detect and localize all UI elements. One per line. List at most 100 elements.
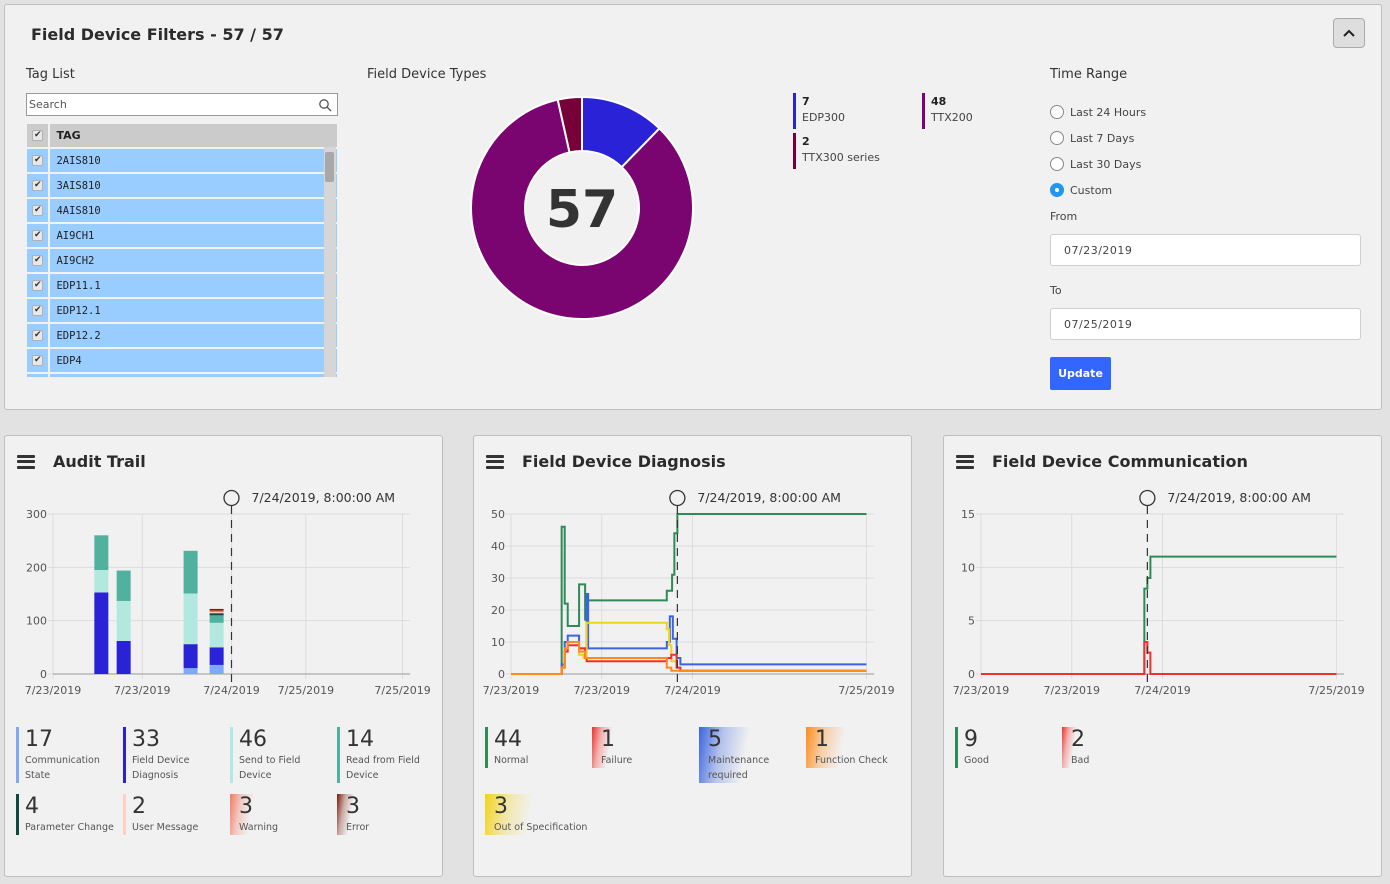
time-marker-handle[interactable]: [1139, 489, 1156, 507]
menu-icon[interactable]: [17, 454, 35, 469]
stat-warning[interactable]: 3 Warning: [230, 794, 279, 835]
select-all-checkbox[interactable]: ✔: [32, 130, 44, 141]
y-tick-label: 30: [491, 572, 505, 585]
bar-segment-parameter-change[interactable]: [209, 613, 224, 616]
bar-segment-field-device-diagnosis[interactable]: [94, 592, 109, 674]
filters-title: Field Device Filters - 57 / 57: [31, 25, 284, 44]
time-range-option[interactable]: Last 30 Days: [1050, 157, 1141, 171]
stat-value: 3: [346, 794, 360, 819]
tag-checkbox-cell: ✔: [27, 199, 49, 222]
bar-segment-read-from-field-device[interactable]: [209, 615, 224, 623]
stat-function-check[interactable]: 1 Function Check: [806, 727, 888, 768]
time-marker-handle[interactable]: [223, 489, 240, 507]
to-date-input[interactable]: 07/25/2019: [1050, 308, 1361, 340]
radio-button[interactable]: [1050, 183, 1064, 197]
radio-label: Custom: [1070, 183, 1113, 197]
card-title: Field Device Diagnosis: [522, 452, 726, 471]
bar-segment-error[interactable]: [209, 608, 224, 611]
time-marker-handle[interactable]: [669, 489, 686, 507]
stat-label: Failure: [601, 755, 633, 766]
tag-row[interactable]: ✔ EDP11.1: [27, 274, 337, 299]
bar-segment-read-from-field-device[interactable]: [116, 570, 131, 601]
stat-error[interactable]: 3 Error: [337, 794, 370, 835]
stat-label: Normal: [494, 755, 529, 766]
radio-button[interactable]: [1050, 105, 1064, 119]
stat-value: 14: [346, 727, 374, 752]
from-date-input[interactable]: 07/23/2019: [1050, 234, 1361, 266]
stat-read-from-field-device[interactable]: 14 Read from Field Device: [337, 727, 441, 783]
from-label: From: [1050, 210, 1078, 223]
stat-label: Maintenance required: [708, 755, 770, 781]
tag-row[interactable]: ✔ EDP12.2: [27, 324, 337, 349]
tag-row[interactable]: ✔ AI9CH2: [27, 249, 337, 274]
radio-button[interactable]: [1050, 131, 1064, 145]
tag-checkbox[interactable]: ✔: [32, 330, 44, 341]
tag-row[interactable]: [27, 374, 337, 377]
tag-table: ✔ TAG ✔ 2AIS810 ✔ 3AIS810 ✔ 4AIS810 ✔ AI9CH1 ✔ AI…: [27, 124, 337, 377]
stat-good[interactable]: 9 Good: [955, 727, 989, 768]
menu-icon[interactable]: [956, 454, 974, 469]
bar-segment-send-to-field-device[interactable]: [209, 622, 224, 648]
bar-segment-user-message[interactable]: [209, 612, 224, 614]
bar-segment-warning[interactable]: [209, 610, 224, 613]
tag-checkbox[interactable]: ✔: [32, 230, 44, 241]
bar-segment-field-device-diagnosis[interactable]: [209, 647, 224, 665]
bar-segment-field-device-diagnosis[interactable]: [116, 640, 131, 674]
bar-segment-read-from-field-device[interactable]: [94, 535, 109, 570]
legend-value: 7: [802, 95, 810, 108]
bar-segment-field-device-diagnosis[interactable]: [183, 644, 198, 669]
stat-send-to-field-device[interactable]: 46 Send to Field Device: [230, 727, 334, 783]
tag-search-input[interactable]: [27, 98, 307, 111]
collapse-button[interactable]: [1333, 18, 1365, 48]
x-tick-label: 7/23/2019: [1044, 684, 1100, 696]
stat-maintenance-required[interactable]: 5 Maintenance required: [699, 727, 803, 783]
tag-row[interactable]: ✔ 3AIS810: [27, 174, 337, 199]
search-icon[interactable]: [318, 98, 332, 112]
time-range-option[interactable]: Last 7 Days: [1050, 131, 1134, 145]
tag-row[interactable]: ✔ 2AIS810: [27, 149, 337, 174]
tag-name: EDP11.1: [50, 274, 337, 297]
stat-failure[interactable]: 1 Failure: [592, 727, 633, 768]
update-button[interactable]: Update: [1050, 357, 1111, 390]
stat-value: 33: [132, 727, 160, 752]
stat-parameter-change[interactable]: 4 Parameter Change: [16, 794, 114, 835]
x-tick-label: 7/24/2019: [1134, 684, 1190, 696]
tag-row[interactable]: ✔ AI9CH1: [27, 224, 337, 249]
radio-button[interactable]: [1050, 157, 1064, 171]
tag-checkbox[interactable]: ✔: [32, 355, 44, 366]
tag-row[interactable]: ✔ 4AIS810: [27, 199, 337, 224]
stat-value: 9: [964, 727, 978, 752]
bar-segment-send-to-field-device[interactable]: [183, 593, 198, 645]
bar-segment-send-to-field-device[interactable]: [94, 570, 109, 593]
stat-out-of-specification[interactable]: 3 Out of Specification: [485, 794, 588, 835]
time-range-option[interactable]: Custom: [1050, 183, 1112, 197]
stat-label: Send to Field Device: [239, 755, 301, 781]
series-line-bad[interactable]: [981, 641, 1337, 675]
stat-communication-state[interactable]: 17 Communication State: [16, 727, 120, 783]
bar-segment-read-from-field-device[interactable]: [183, 550, 198, 594]
tag-checkbox[interactable]: ✔: [32, 205, 44, 216]
tag-checkbox[interactable]: ✔: [32, 180, 44, 191]
tag-checkbox[interactable]: ✔: [32, 305, 44, 316]
tag-row[interactable]: ✔ EDP4: [27, 349, 337, 374]
stat-value: 44: [494, 727, 522, 752]
field-device-filters-panel: Field Device Filters - 57 / 57 Tag List …: [4, 4, 1382, 410]
bar-segment-communication-state[interactable]: [209, 664, 224, 674]
bar-segment-communication-state[interactable]: [183, 668, 198, 674]
tag-checkbox[interactable]: ✔: [32, 255, 44, 266]
stat-normal[interactable]: 44 Normal: [485, 727, 528, 768]
tag-search-box[interactable]: [26, 93, 338, 116]
stat-bad[interactable]: 2 Bad: [1062, 727, 1090, 768]
bar-segment-send-to-field-device[interactable]: [116, 600, 131, 641]
stat-user-message[interactable]: 2 User Message: [123, 794, 198, 835]
scrollbar-thumb[interactable]: [325, 152, 334, 182]
tag-checkbox[interactable]: ✔: [32, 155, 44, 166]
time-range-option[interactable]: Last 24 Hours: [1050, 105, 1146, 119]
stat-field-device-diagnosis[interactable]: 33 Field Device Diagnosis: [123, 727, 227, 783]
tag-checkbox[interactable]: ✔: [32, 280, 44, 291]
tag-row[interactable]: ✔ EDP12.1: [27, 299, 337, 324]
menu-icon[interactable]: [486, 454, 504, 469]
tag-list-scrollbar[interactable]: [324, 124, 336, 377]
series-line-good[interactable]: [981, 555, 1337, 675]
tag-column-header[interactable]: TAG: [50, 124, 337, 147]
